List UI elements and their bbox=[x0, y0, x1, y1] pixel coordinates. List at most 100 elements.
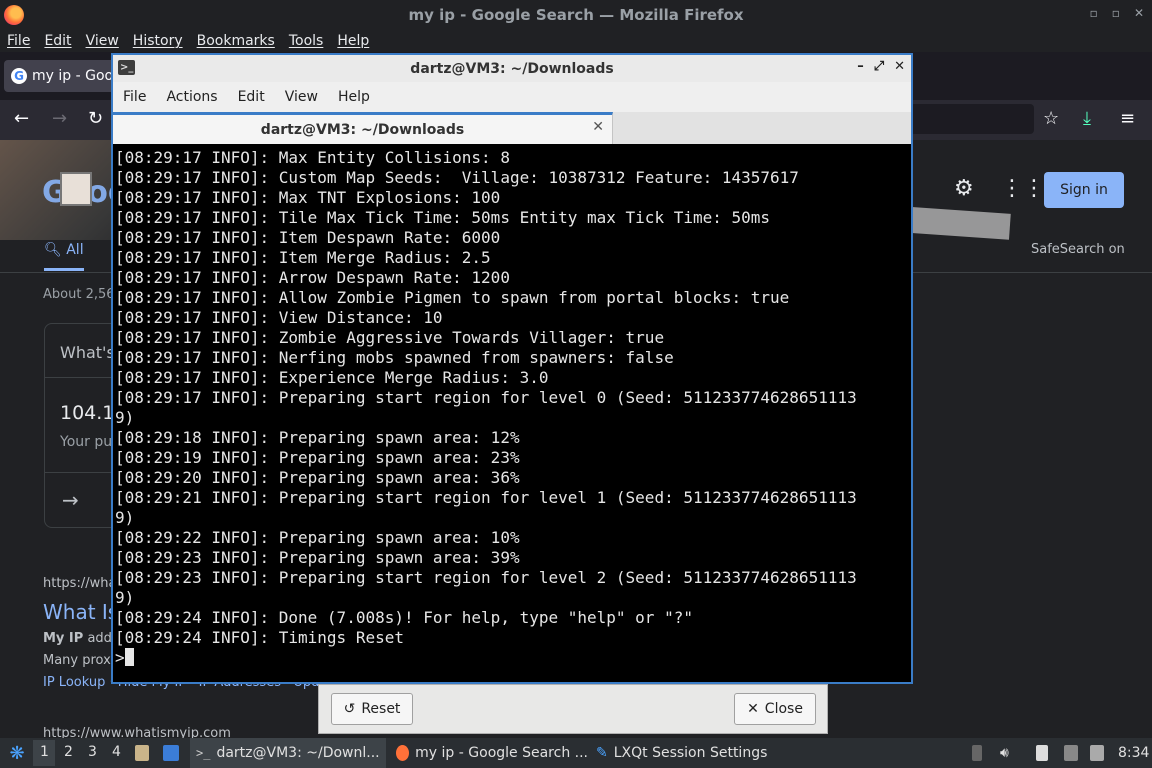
task-firefox[interactable]: my ip - Google Search ... bbox=[392, 738, 588, 768]
google-favicon-icon: G bbox=[11, 68, 27, 84]
maximize-icon[interactable]: ▫ bbox=[1112, 6, 1120, 20]
close-icon[interactable]: ✕ bbox=[1134, 6, 1144, 20]
file-manager-launcher[interactable] bbox=[135, 738, 155, 768]
hamburger-menu-icon[interactable]: ≡ bbox=[1120, 108, 1135, 129]
terminal-menu-view[interactable]: View bbox=[285, 89, 318, 105]
url-bar[interactable] bbox=[910, 104, 1034, 134]
result-snippet: My IP addr bbox=[43, 631, 117, 646]
session-settings-dialog: ↺ Reset ✕ Close bbox=[318, 684, 828, 734]
show-desktop-launcher[interactable] bbox=[163, 738, 185, 768]
menu-help[interactable]: Help bbox=[337, 33, 369, 49]
ip-card-caption: Your pu bbox=[60, 434, 113, 450]
forward-icon[interactable]: → bbox=[52, 108, 67, 129]
desktop-2[interactable]: 2 bbox=[64, 744, 73, 760]
terminal-line: [08:29:20 INFO]: Preparing spawn area: 3… bbox=[115, 468, 520, 487]
tab-all-label: All bbox=[66, 242, 84, 258]
terminal-line: [08:29:17 INFO]: Tile Max Tick Time: 50m… bbox=[115, 208, 771, 227]
close-button[interactable]: ✕ Close bbox=[734, 693, 816, 725]
clock[interactable]: 8:34 bbox=[1118, 738, 1150, 768]
reset-button[interactable]: ↺ Reset bbox=[331, 693, 413, 725]
terminal-line: [08:29:17 INFO]: Arrow Despawn Rate: 120… bbox=[115, 268, 510, 287]
firefox-icon bbox=[4, 5, 24, 25]
terminal-output[interactable]: [08:29:17 INFO]: Max Entity Collisions: … bbox=[113, 144, 911, 682]
close-tab-icon[interactable]: ✕ bbox=[592, 119, 604, 135]
search-icon: 🔍︎ bbox=[44, 242, 62, 258]
tray-update[interactable] bbox=[1090, 738, 1110, 768]
doodle-tape-decoration bbox=[899, 206, 1011, 240]
task-terminal[interactable]: >_ dartz@VM3: ~/Downl... bbox=[190, 738, 386, 768]
firefox-menubar: File Edit View History Bookmarks Tools H… bbox=[0, 30, 1152, 52]
back-icon[interactable]: ← bbox=[14, 108, 29, 129]
sign-in-button[interactable]: Sign in bbox=[1044, 172, 1124, 208]
menu-view[interactable]: View bbox=[86, 33, 119, 49]
safesearch-status[interactable]: SafeSearch on bbox=[1031, 242, 1125, 257]
terminal-tab[interactable]: dartz@VM3: ~/Downloads ✕ bbox=[113, 112, 613, 144]
desktop-icon bbox=[163, 745, 179, 761]
close-button-label: Close bbox=[764, 701, 803, 717]
terminal-task-icon: >_ bbox=[196, 746, 211, 760]
menu-history[interactable]: History bbox=[133, 33, 183, 49]
terminal-line: [08:29:18 INFO]: Preparing spawn area: 1… bbox=[115, 428, 520, 447]
terminal-titlebar[interactable]: >_ dartz@VM3: ~/Downloads – ⤢ ✕ bbox=[113, 55, 911, 82]
desktop-4[interactable]: 4 bbox=[112, 744, 121, 760]
active-tab-underline bbox=[44, 268, 84, 271]
terminal-line: [08:29:24 INFO]: Timings Reset bbox=[115, 628, 404, 647]
speaker-icon: 🔊︎ bbox=[1000, 745, 1009, 761]
result-title-link[interactable]: What Is bbox=[43, 600, 118, 624]
tray-notes[interactable] bbox=[1036, 738, 1054, 768]
terminal-window-controls: – ⤢ ✕ bbox=[857, 59, 905, 74]
firefox-titlebar: my ip - Google Search — Mozilla Firefox … bbox=[0, 0, 1152, 30]
terminal-tab-title: dartz@VM3: ~/Downloads bbox=[260, 121, 465, 138]
result-url[interactable]: https://wha bbox=[43, 576, 116, 591]
network-icon bbox=[1064, 745, 1078, 761]
menu-bookmarks[interactable]: Bookmarks bbox=[197, 33, 275, 49]
reset-button-label: Reset bbox=[361, 701, 401, 717]
download-icon[interactable]: ⤓ bbox=[1083, 108, 1091, 129]
desktop-1[interactable]: 1 bbox=[40, 744, 49, 760]
folder-icon bbox=[135, 745, 149, 761]
menu-edit[interactable]: Edit bbox=[44, 33, 71, 49]
task-session-settings[interactable]: ✎ LXQt Session Settings bbox=[594, 738, 790, 768]
menu-tools[interactable]: Tools bbox=[289, 33, 324, 49]
terminal-line: [08:29:17 INFO]: Allow Zombie Pigmen to … bbox=[115, 288, 790, 307]
task-session-settings-label: LXQt Session Settings bbox=[613, 745, 768, 761]
close-icon[interactable]: ✕ bbox=[894, 59, 905, 74]
ip-card-question: What's bbox=[60, 343, 115, 362]
firefox-window-title: my ip - Google Search — Mozilla Firefox bbox=[408, 6, 744, 24]
terminal-menu-file[interactable]: File bbox=[123, 89, 146, 105]
tray-clipboard[interactable] bbox=[972, 738, 988, 768]
terminal-line: [08:29:17 INFO]: Item Merge Radius: 2.5 bbox=[115, 248, 491, 267]
tray-network[interactable] bbox=[1064, 738, 1084, 768]
tray-volume[interactable]: 🔊︎ bbox=[1000, 738, 1018, 768]
settings-task-icon: ✎ bbox=[596, 745, 608, 761]
taskbar: ❋ 1 2 3 4 >_ dartz@VM3: ~/Downl... my ip… bbox=[0, 738, 1152, 768]
terminal-line: 9) bbox=[115, 408, 135, 427]
terminal-window: >_ dartz@VM3: ~/Downloads – ⤢ ✕ File Act… bbox=[111, 53, 913, 684]
task-firefox-label: my ip - Google Search ... bbox=[415, 745, 588, 761]
reload-icon[interactable]: ↻ bbox=[88, 108, 103, 129]
arrow-right-icon[interactable]: → bbox=[62, 488, 79, 512]
terminal-line: [08:29:17 INFO]: Max TNT Explosions: 100 bbox=[115, 188, 501, 207]
terminal-menu-edit[interactable]: Edit bbox=[238, 89, 265, 105]
maximize-icon[interactable]: ⤢ bbox=[874, 59, 884, 74]
desktop-3[interactable]: 3 bbox=[88, 744, 97, 760]
terminal-window-title: dartz@VM3: ~/Downloads bbox=[410, 60, 614, 77]
terminal-cursor bbox=[124, 648, 134, 666]
bookmark-star-icon[interactable]: ☆ bbox=[1043, 108, 1059, 129]
menu-file[interactable]: File bbox=[7, 33, 30, 49]
terminal-line: [08:29:17 INFO]: Max Entity Collisions: … bbox=[115, 148, 510, 167]
terminal-menu-actions[interactable]: Actions bbox=[166, 89, 217, 105]
result-snippet: Many prox bbox=[43, 653, 111, 668]
start-menu-button[interactable]: ❋ bbox=[6, 738, 28, 768]
terminal-line: [08:29:17 INFO]: Zombie Aggressive Towar… bbox=[115, 328, 665, 347]
clipboard-icon bbox=[972, 745, 982, 761]
terminal-menu-help[interactable]: Help bbox=[338, 89, 370, 105]
browser-tab[interactable]: G my ip - Goo bbox=[4, 60, 124, 92]
terminal-line: [08:29:17 INFO]: View Distance: 10 bbox=[115, 308, 443, 327]
tab-all[interactable]: 🔍︎ All bbox=[44, 242, 84, 258]
terminal-line: [08:29:17 INFO]: Preparing start region … bbox=[115, 388, 857, 407]
settings-gear-icon[interactable]: ⚙ bbox=[954, 176, 974, 201]
minimize-icon[interactable]: – bbox=[857, 59, 864, 74]
minimize-icon[interactable]: ▫ bbox=[1090, 6, 1098, 20]
terminal-line: [08:29:17 INFO]: Item Despawn Rate: 6000 bbox=[115, 228, 501, 247]
